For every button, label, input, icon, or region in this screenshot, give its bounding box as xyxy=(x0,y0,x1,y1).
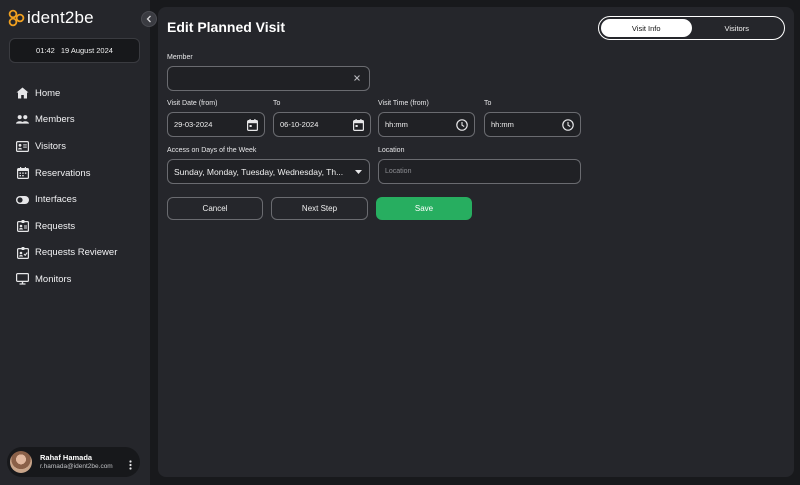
member-label: Member xyxy=(167,54,193,61)
tab-visitors[interactable]: Visitors xyxy=(692,19,783,37)
tab-visit-info[interactable]: Visit Info xyxy=(601,19,692,37)
visit-time-from-input[interactable]: hh:mm xyxy=(378,112,475,137)
sidebar-item-requests-reviewer[interactable]: Requests Reviewer xyxy=(0,240,150,267)
visit-time-from-placeholder: hh:mm xyxy=(385,120,408,129)
user-email: r.hamada@ident2be.com xyxy=(40,462,113,470)
id-card-icon xyxy=(16,140,29,153)
sidebar-item-label: Requests Reviewer xyxy=(35,247,118,259)
clock-date: 19 August 2024 xyxy=(60,46,113,55)
main-panel: Edit Planned Visit Visit Info Visitors M… xyxy=(158,7,794,477)
more-vertical-icon[interactable] xyxy=(129,457,132,475)
sidebar-item-label: Reservations xyxy=(35,167,91,179)
sidebar-item-interfaces[interactable]: Interfaces xyxy=(0,186,150,213)
sidebar-item-monitors[interactable]: Monitors xyxy=(0,266,150,293)
visit-date-from-value: 29-03-2024 xyxy=(174,120,213,129)
user-name: Rahaf Hamada xyxy=(40,453,93,463)
sidebar-item-label: Home xyxy=(35,87,61,99)
members-icon xyxy=(16,113,29,126)
badge-check-icon xyxy=(16,246,29,259)
sidebar-item-label: Visitors xyxy=(35,140,66,152)
access-days-select[interactable]: Sunday, Monday, Tuesday, Wednesday, Th..… xyxy=(167,159,370,184)
visit-time-to-placeholder: hh:mm xyxy=(491,120,514,129)
location-placeholder: Location xyxy=(385,168,412,175)
sidebar-item-label: Monitors xyxy=(35,273,72,285)
calendar-icon[interactable] xyxy=(247,119,258,131)
calendar-icon xyxy=(16,167,29,180)
clear-icon[interactable] xyxy=(353,74,361,82)
clock-icon[interactable] xyxy=(456,119,468,131)
calendar-icon[interactable] xyxy=(353,119,364,131)
badge-icon xyxy=(16,220,29,233)
logo[interactable]: ident2be xyxy=(8,6,94,30)
sidebar-item-members[interactable]: Members xyxy=(0,107,150,134)
clock-icon[interactable] xyxy=(562,119,574,131)
sidebar-item-requests[interactable]: Requests xyxy=(0,213,150,240)
access-days-label: Access on Days of the Week xyxy=(167,147,257,154)
page-title: Edit Planned Visit xyxy=(167,19,285,35)
clock: 01:42 19 August 2024 xyxy=(9,38,140,63)
visit-time-to-input[interactable]: hh:mm xyxy=(484,112,581,137)
avatar xyxy=(10,451,32,473)
visit-date-to-label: To xyxy=(273,100,281,107)
visit-time-from-label: Visit Time (from) xyxy=(378,100,429,107)
chevron-left-icon xyxy=(146,10,152,28)
caret-down-icon xyxy=(355,170,362,174)
logo-icon xyxy=(8,9,25,27)
location-input[interactable]: Location xyxy=(378,159,581,184)
tab-switcher: Visit Info Visitors xyxy=(598,16,785,40)
collapse-sidebar-button[interactable] xyxy=(141,11,157,27)
sidebar-item-label: Interfaces xyxy=(35,194,77,206)
clock-time: 01:42 xyxy=(36,46,55,55)
location-label: Location xyxy=(378,147,405,154)
toggle-icon xyxy=(16,193,29,206)
sidebar-item-label: Requests xyxy=(35,220,76,232)
home-icon xyxy=(16,87,29,100)
member-select[interactable] xyxy=(167,66,370,91)
sidebar-item-label: Members xyxy=(35,114,75,126)
sidebar-item-reservations[interactable]: Reservations xyxy=(0,160,150,187)
monitor-icon xyxy=(16,273,29,286)
sidebar-item-visitors[interactable]: Visitors xyxy=(0,133,150,160)
visit-date-from-label: Visit Date (from) xyxy=(167,100,218,107)
logo-text: ident2be xyxy=(27,8,94,27)
save-button[interactable]: Save xyxy=(376,197,472,220)
visit-time-to-label: To xyxy=(484,100,492,107)
sidebar-nav: Home Members Visitors Reservations Inter… xyxy=(0,80,150,293)
sidebar-item-home[interactable]: Home xyxy=(0,80,150,107)
access-days-value: Sunday, Monday, Tuesday, Wednesday, Th..… xyxy=(174,166,344,177)
visit-date-to-value: 06-10-2024 xyxy=(280,120,319,129)
next-step-button[interactable]: Next Step xyxy=(271,197,368,220)
cancel-button[interactable]: Cancel xyxy=(167,197,263,220)
visit-date-to-input[interactable]: 06-10-2024 xyxy=(273,112,371,137)
user-profile[interactable]: Rahaf Hamada r.hamada@ident2be.com xyxy=(7,447,140,477)
sidebar: ident2be 01:42 19 August 2024 Home Membe… xyxy=(0,0,150,485)
visit-date-from-input[interactable]: 29-03-2024 xyxy=(167,112,265,137)
